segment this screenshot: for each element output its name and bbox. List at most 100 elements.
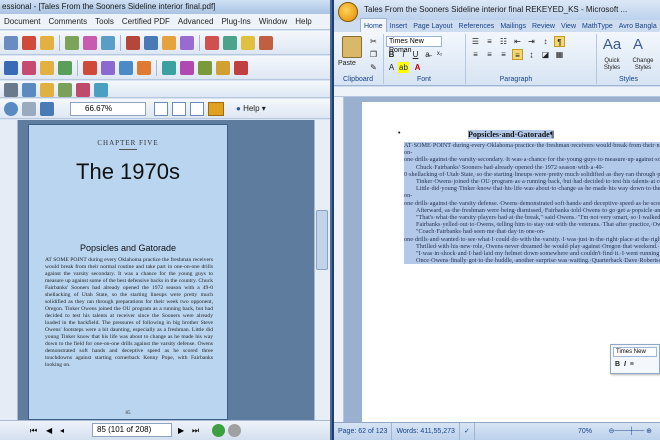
line-spacing-icon[interactable]: ↨ [526,49,537,60]
highlight-icon[interactable] [241,36,255,50]
bold-button[interactable]: B [386,49,397,60]
record-icon[interactable] [234,61,248,75]
mini-font-select[interactable]: Times New [613,347,657,357]
change-styles-icon[interactable]: A [626,36,650,58]
status-page[interactable]: Page: 62 of 123 [334,423,393,440]
pdf-scroll-thumb[interactable] [316,210,328,270]
format-painter-icon[interactable]: ✎ [368,62,379,73]
secure-icon[interactable] [101,36,115,50]
tab-mailings[interactable]: Mailings [497,19,529,32]
mini-center-icon[interactable]: ≡ [630,361,634,368]
oval-icon[interactable] [180,61,194,75]
go-back-icon[interactable] [228,424,241,437]
zoom-slider[interactable]: ⊖───┼── ⊕ [605,423,656,440]
tab-home[interactable]: Home [360,18,387,32]
strikethrough-button[interactable]: a̶ [422,49,433,60]
align-center-icon[interactable]: ≡ [484,49,495,60]
menu-advanced[interactable]: Advanced [174,14,218,29]
tab-review[interactable]: Review [529,19,558,32]
status-zoom[interactable]: 70% [574,423,596,440]
justify-icon[interactable]: ≡ [512,49,523,60]
borders-icon[interactable]: ▦ [554,49,565,60]
page-view-icon[interactable] [40,102,54,116]
actual-size-icon[interactable] [154,102,168,116]
mini-bold-button[interactable]: B [615,361,620,368]
highlight-color-icon[interactable]: ab [398,62,409,73]
align-left-icon[interactable]: ≡ [470,49,481,60]
cloud-icon[interactable] [198,61,212,75]
underline-button[interactable]: U [410,49,421,60]
italic-button[interactable]: I [398,49,409,60]
marquee-icon[interactable] [40,83,54,97]
quick-styles-label[interactable]: Quick Styles [597,58,627,72]
attach-icon[interactable] [216,61,230,75]
go-forward-icon[interactable] [212,424,225,437]
comment-icon[interactable] [180,36,194,50]
combine-icon[interactable] [65,36,79,50]
zoom-in-icon[interactable] [4,102,18,116]
review-icon[interactable] [162,36,176,50]
article-icon[interactable] [94,83,108,97]
quick-styles-icon[interactable]: Aa [600,36,624,58]
create-pdf-icon[interactable] [22,36,36,50]
cut-icon[interactable]: ✂ [368,36,379,47]
line-icon[interactable] [119,61,133,75]
text-touchup-icon[interactable] [22,61,36,75]
status-words[interactable]: Words: 411,55,273 [392,423,460,440]
arrow-icon[interactable] [137,61,151,75]
shading-icon[interactable]: ◪ [540,49,551,60]
vertical-ruler[interactable] [334,97,344,422]
paste-icon[interactable] [342,36,362,58]
select-text-icon[interactable] [22,83,36,97]
flag-icon[interactable] [205,36,219,50]
document-body[interactable]: AT·SOME·POINT·during·every·Oklahoma·prac… [404,142,660,422]
tab-references[interactable]: References [456,19,498,32]
text-effects-icon[interactable]: A [386,62,397,73]
prev-page-icon[interactable]: ◀ [46,421,52,440]
menu-plug-ins[interactable]: Plug-Ins [217,14,254,29]
rectangle-icon[interactable] [162,61,176,75]
pencil-icon[interactable] [259,36,273,50]
mini-italic-button[interactable]: I [624,361,626,368]
office-button-icon[interactable] [338,2,358,22]
menu-help[interactable]: Help [291,14,315,29]
document-page[interactable]: • Popsicles·and·Gatorade¶ AT·SOME·POINT·… [362,102,660,422]
tab-page-layout[interactable]: Page Layout [410,19,455,32]
reading-mode-icon[interactable] [208,102,224,116]
menu-comments[interactable]: Comments [44,14,91,29]
snapshot-icon[interactable] [40,61,54,75]
multilevel-list-icon[interactable]: ☷ [498,36,509,47]
decrease-indent-icon[interactable]: ⇤ [512,36,523,47]
font-name-select[interactable]: Times New Roman [386,36,442,54]
numbering-icon[interactable]: ≡ [484,36,495,47]
loupe-icon[interactable] [58,83,72,97]
tab-insert[interactable]: Insert [387,19,411,32]
subscript-button[interactable]: x₂ [434,49,445,60]
copy-icon[interactable]: ❐ [368,49,379,60]
fit-width-icon[interactable] [190,102,204,116]
hand-tool-icon[interactable] [4,83,18,97]
save-icon[interactable] [4,36,18,50]
change-styles-label[interactable]: Change Styles [626,58,660,72]
prev-view-icon[interactable]: ◂ [60,421,64,440]
menu-window[interactable]: Window [255,14,291,29]
font-color-icon[interactable]: A [412,62,423,73]
menu-certified-pdf[interactable]: Certified PDF [118,14,174,29]
sort-icon[interactable]: ↕ [540,36,551,47]
align-right-icon[interactable]: ≡ [498,49,509,60]
last-page-icon[interactable]: ⏭ [192,421,199,440]
pdf-page[interactable]: CHAPTER FIVE The 1970s Popsicles and Gat… [28,124,228,420]
tab-mathtype[interactable]: MathType [579,19,616,32]
spelling-icon[interactable]: ✓ [460,423,475,440]
pdf-vertical-scrollbar[interactable] [314,120,330,422]
menu-document[interactable]: Document [0,14,44,29]
folder-icon[interactable] [40,36,54,50]
menu-tools[interactable]: Tools [91,14,118,29]
stamp-icon[interactable] [223,36,237,50]
fit-page-icon[interactable] [172,102,186,116]
tab-avro-bangla[interactable]: Avro Bangla [616,19,660,32]
page-number-field[interactable]: 85 (101 of 208) [92,423,172,437]
forms-icon[interactable] [144,36,158,50]
next-page-icon[interactable]: ▶ [178,421,184,440]
help-button[interactable]: ● Help ▾ [236,100,272,117]
